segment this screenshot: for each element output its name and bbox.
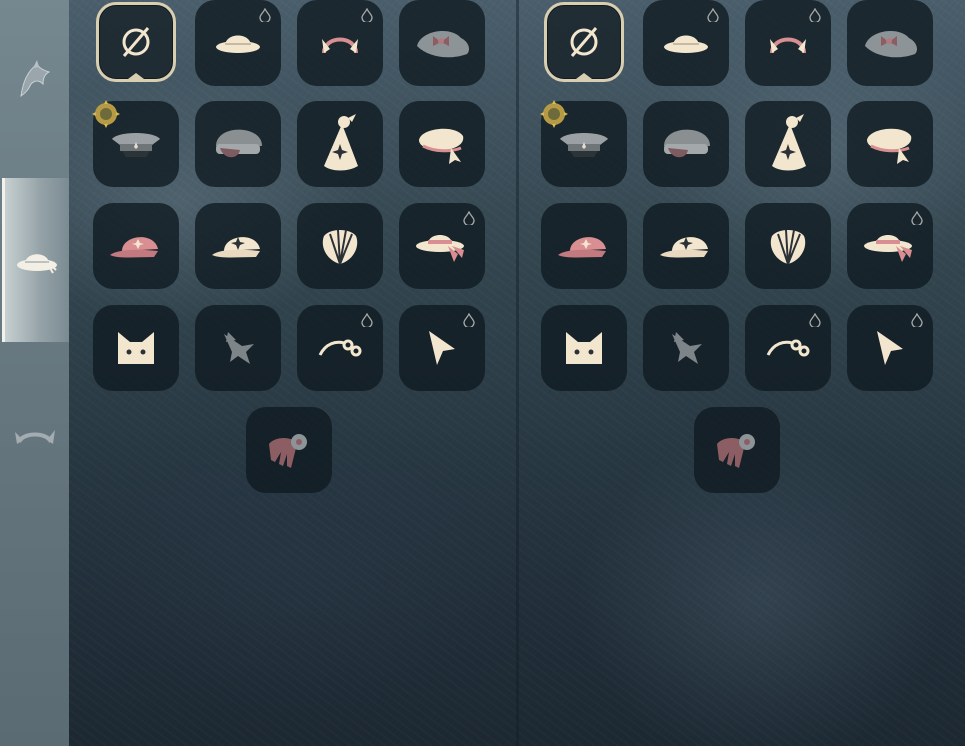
- none-icon: [116, 22, 156, 62]
- cat-ears-icon: [562, 328, 606, 368]
- none-icon: [564, 22, 604, 62]
- item-slot-sun-hat[interactable]: [643, 0, 729, 86]
- item-slot-baseball-cap[interactable]: [93, 203, 179, 289]
- item-grid-left: [89, 0, 489, 500]
- sidebar-tab-horns[interactable]: [0, 376, 69, 496]
- item-slot-none[interactable]: [544, 2, 624, 82]
- item-slot-bow-bonnet[interactable]: [399, 0, 485, 86]
- item-slot-headband[interactable]: [297, 0, 383, 86]
- headband-icon: [766, 27, 810, 59]
- party-hat-icon: [766, 114, 810, 174]
- bird-icon: [664, 328, 708, 368]
- beanie-icon: [210, 124, 266, 164]
- item-slot-bird[interactable]: [195, 305, 281, 391]
- drop-icon: [911, 313, 923, 327]
- drop-icon: [463, 313, 475, 327]
- item-slot-beret[interactable]: [847, 101, 933, 187]
- item-slot-star-cap[interactable]: [643, 203, 729, 289]
- headband-icon: [318, 27, 362, 59]
- item-slot-bird[interactable]: [643, 305, 729, 391]
- star-cap-icon: [210, 227, 266, 265]
- item-slot-party-hat[interactable]: [297, 101, 383, 187]
- item-slot-shell[interactable]: [297, 203, 383, 289]
- captain-cap-icon: [108, 127, 164, 161]
- item-slot-captain-cap[interactable]: [539, 99, 627, 187]
- ribbon-hat-icon: [414, 226, 470, 266]
- sidebar-tab-hat[interactable]: [2, 178, 69, 342]
- item-slot-star-cap[interactable]: [195, 203, 281, 289]
- pointer-icon: [873, 329, 907, 367]
- drop-icon: [259, 8, 271, 22]
- item-slot-pointer[interactable]: [847, 305, 933, 391]
- flower-clip-icon: [766, 333, 810, 363]
- panel-divider: [516, 0, 519, 746]
- item-slot-cat-ears[interactable]: [541, 305, 627, 391]
- item-slot-flower-comb[interactable]: [246, 407, 332, 493]
- gear-badge-icon: [539, 99, 569, 129]
- drop-icon: [809, 8, 821, 22]
- sun-hat-icon: [15, 245, 59, 275]
- category-sidebar: [0, 0, 69, 746]
- item-slot-sun-hat[interactable]: [195, 0, 281, 86]
- baseball-cap-icon: [556, 227, 612, 265]
- item-slot-party-hat[interactable]: [745, 101, 831, 187]
- drop-icon: [361, 313, 373, 327]
- item-grid-right: [537, 0, 937, 500]
- captain-cap-icon: [556, 127, 612, 161]
- beanie-icon: [658, 124, 714, 164]
- bow-bonnet-icon: [411, 24, 473, 62]
- bow-bonnet-icon: [859, 24, 921, 62]
- pointer-icon: [425, 329, 459, 367]
- item-slot-none[interactable]: [96, 2, 176, 82]
- item-slot-ribbon-hat[interactable]: [847, 203, 933, 289]
- item-slot-pointer[interactable]: [399, 305, 485, 391]
- hair-icon: [17, 58, 53, 98]
- drop-icon: [809, 313, 821, 327]
- cat-ears-icon: [114, 328, 158, 368]
- item-slot-flower-clip[interactable]: [297, 305, 383, 391]
- item-slot-bow-bonnet[interactable]: [847, 0, 933, 86]
- drop-icon: [707, 8, 719, 22]
- party-hat-icon: [318, 114, 362, 174]
- sun-hat-icon: [661, 28, 711, 58]
- item-slot-cat-ears[interactable]: [93, 305, 179, 391]
- drop-icon: [361, 8, 373, 22]
- ribbon-hat-icon: [862, 226, 918, 266]
- flower-comb-icon: [713, 428, 761, 472]
- beret-icon: [863, 122, 917, 166]
- sidebar-tab-hair[interactable]: [0, 18, 69, 138]
- beret-icon: [415, 122, 469, 166]
- item-slot-beanie[interactable]: [195, 101, 281, 187]
- drop-icon: [911, 211, 923, 225]
- item-slot-captain-cap[interactable]: [91, 99, 179, 187]
- shell-icon: [766, 224, 810, 268]
- item-slot-flower-comb[interactable]: [694, 407, 780, 493]
- horns-icon: [13, 422, 57, 450]
- drop-icon: [463, 211, 475, 225]
- item-slot-flower-clip[interactable]: [745, 305, 831, 391]
- item-slot-headband[interactable]: [745, 0, 831, 86]
- item-slot-beanie[interactable]: [643, 101, 729, 187]
- item-slot-beret[interactable]: [399, 101, 485, 187]
- shell-icon: [318, 224, 362, 268]
- gear-badge-icon: [91, 99, 121, 129]
- baseball-cap-icon: [108, 227, 164, 265]
- flower-clip-icon: [318, 333, 362, 363]
- bird-icon: [216, 328, 260, 368]
- sun-hat-icon: [213, 28, 263, 58]
- flower-comb-icon: [265, 428, 313, 472]
- star-cap-icon: [658, 227, 714, 265]
- item-slot-baseball-cap[interactable]: [541, 203, 627, 289]
- item-slot-ribbon-hat[interactable]: [399, 203, 485, 289]
- item-slot-shell[interactable]: [745, 203, 831, 289]
